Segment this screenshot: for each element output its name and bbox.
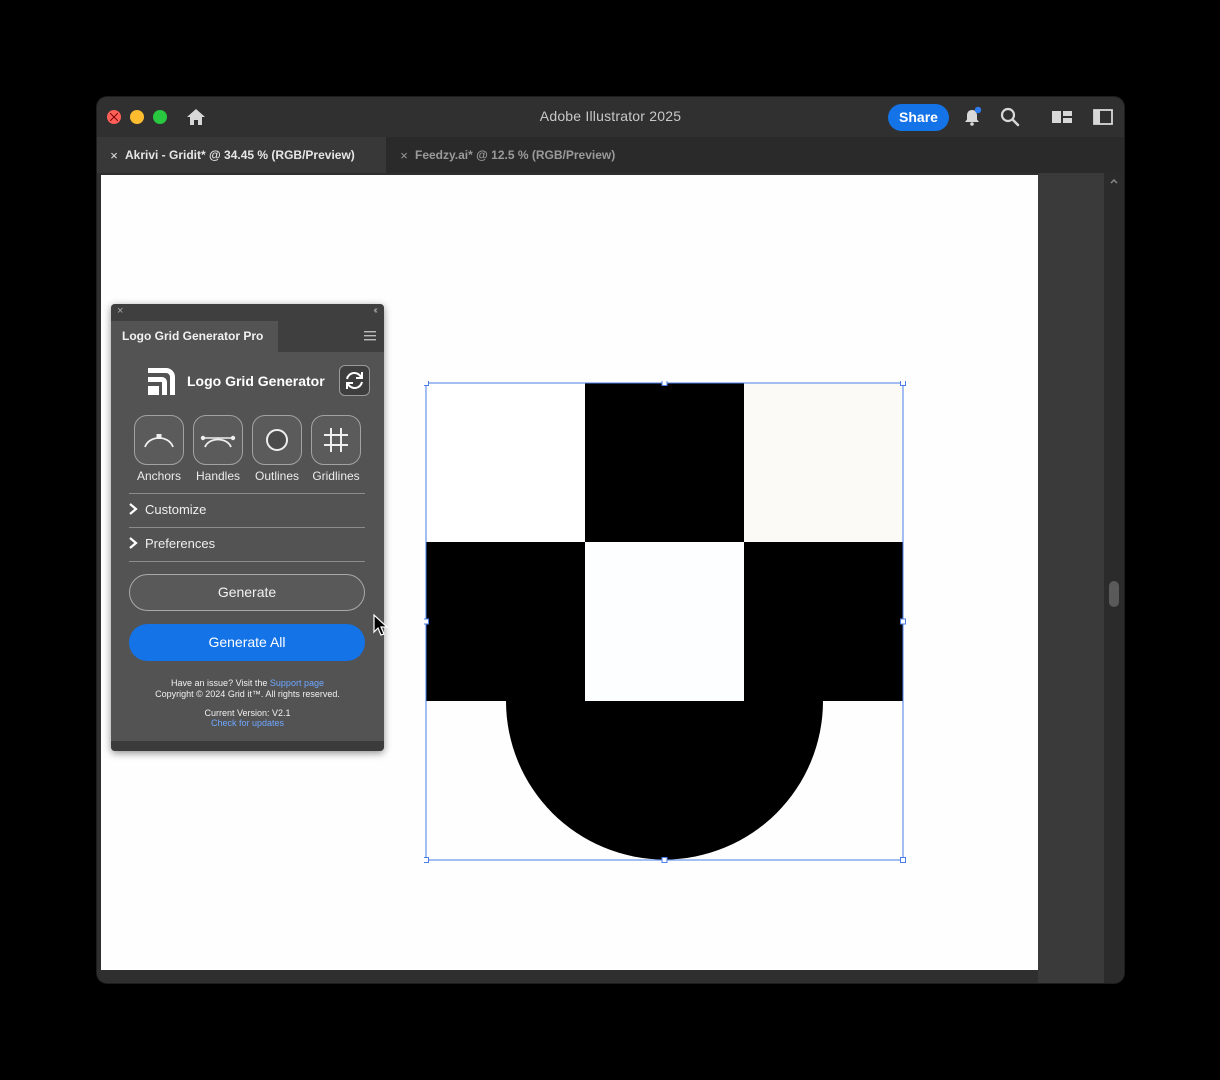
pasteboard xyxy=(1038,173,1104,983)
panel-tab-logo-grid-generator-pro[interactable]: Logo Grid Generator Pro xyxy=(111,321,278,352)
workspace-layout-icon[interactable] xyxy=(1050,107,1074,127)
selection-handle-top-right[interactable] xyxy=(900,381,906,386)
selection-handle-bottom-left[interactable] xyxy=(424,857,429,863)
customize-section-toggle[interactable]: Customize xyxy=(127,497,206,521)
notifications-bell-icon[interactable] xyxy=(961,106,983,128)
panel-tab-row: Logo Grid Generator Pro xyxy=(111,321,384,352)
panel-toggle-icon[interactable] xyxy=(1091,107,1115,127)
mouse-cursor-icon xyxy=(373,614,389,636)
copyright-text: Copyright © 2024 Grid it™. All rights re… xyxy=(155,689,340,699)
tab-feedzy[interactable]: × Feedzy.ai* @ 12.5 % (RGB/Preview) xyxy=(393,137,653,173)
selection-handle-middle-right[interactable] xyxy=(900,618,906,625)
panel-resize-bar[interactable] xyxy=(111,741,384,751)
tab-close-icon[interactable]: × xyxy=(396,148,412,163)
preferences-section-toggle[interactable]: Preferences xyxy=(127,531,215,555)
support-prefix: Have an issue? Visit the xyxy=(171,678,270,688)
anchors-icon xyxy=(144,434,174,448)
scrollbar-thumb[interactable] xyxy=(1109,581,1119,607)
art-top-right-cell xyxy=(744,383,903,542)
support-line: Have an issue? Visit the Support page xyxy=(111,678,384,688)
tab-label: Feedzy.ai* @ 12.5 % (RGB/Preview) xyxy=(415,148,616,162)
handles-button[interactable] xyxy=(193,415,243,465)
generate-button[interactable]: Generate xyxy=(129,574,365,611)
share-button[interactable]: Share xyxy=(888,104,949,131)
gridlines-label: Gridlines xyxy=(312,469,360,483)
refresh-icon xyxy=(346,371,363,390)
selection-handle-top-left[interactable] xyxy=(424,381,429,386)
chevron-right-icon xyxy=(129,503,138,515)
outlines-button[interactable] xyxy=(252,415,302,465)
grid-it-logo-icon xyxy=(148,368,175,395)
version-text: Current Version: V2.1 xyxy=(204,708,291,718)
divider xyxy=(129,493,365,494)
tab-akrivi-gridit[interactable]: × Akrivi - Gridit* @ 34.45 % (RGB/Previe… xyxy=(97,137,386,173)
art-top-square[interactable] xyxy=(585,383,744,542)
selection-handle-middle-left[interactable] xyxy=(424,618,429,625)
check-for-updates-link[interactable]: Check for updates xyxy=(111,718,384,728)
logo-artwork[interactable] xyxy=(424,381,908,865)
refresh-button[interactable] xyxy=(339,365,370,396)
document-tab-bar: × Akrivi - Gridit* @ 34.45 % (RGB/Previe… xyxy=(97,137,1124,173)
anchors-button[interactable] xyxy=(134,415,184,465)
art-center-cell xyxy=(585,542,744,701)
chevron-right-icon xyxy=(129,537,138,549)
divider xyxy=(129,527,365,528)
selection-handle-bottom-right[interactable] xyxy=(900,857,906,863)
logo-grid-generator-panel: × ‹‹ Logo Grid Generator Pro Logo Grid G… xyxy=(111,304,384,751)
title-bar: Adobe Illustrator 2025 Share xyxy=(97,97,1124,137)
selection-handle-top-middle[interactable] xyxy=(661,381,668,386)
divider xyxy=(129,561,365,562)
art-bottom-semicircle[interactable] xyxy=(506,701,823,860)
panel-collapse-icon[interactable]: ‹‹ xyxy=(373,305,377,316)
art-middle-bar-right[interactable] xyxy=(744,542,903,701)
art-top-left-cell xyxy=(426,383,585,542)
preferences-label: Preferences xyxy=(145,535,216,551)
scroll-up-icon[interactable] xyxy=(1109,176,1119,186)
gridlines-button[interactable] xyxy=(311,415,361,465)
brand-name: Logo Grid Generator xyxy=(187,373,325,389)
support-page-link[interactable]: Support page xyxy=(270,678,324,688)
vertical-scrollbar[interactable] xyxy=(1104,173,1124,983)
customize-label: Customize xyxy=(145,501,207,517)
search-icon[interactable] xyxy=(999,106,1021,128)
panel-close-icon[interactable]: × xyxy=(117,305,123,317)
art-middle-bar-left[interactable] xyxy=(426,542,585,701)
panel-menu-icon[interactable] xyxy=(364,331,376,341)
generate-all-button[interactable]: Generate All xyxy=(129,624,365,661)
outlines-icon xyxy=(266,429,288,451)
handles-icon xyxy=(200,435,236,448)
tab-close-icon[interactable]: × xyxy=(106,148,122,163)
selection-handle-bottom-middle[interactable] xyxy=(661,857,668,863)
gridlines-icon xyxy=(324,428,348,452)
tab-label: Akrivi - Gridit* @ 34.45 % (RGB/Preview) xyxy=(125,148,355,162)
panel-drag-bar[interactable]: × ‹‹ xyxy=(111,304,384,321)
